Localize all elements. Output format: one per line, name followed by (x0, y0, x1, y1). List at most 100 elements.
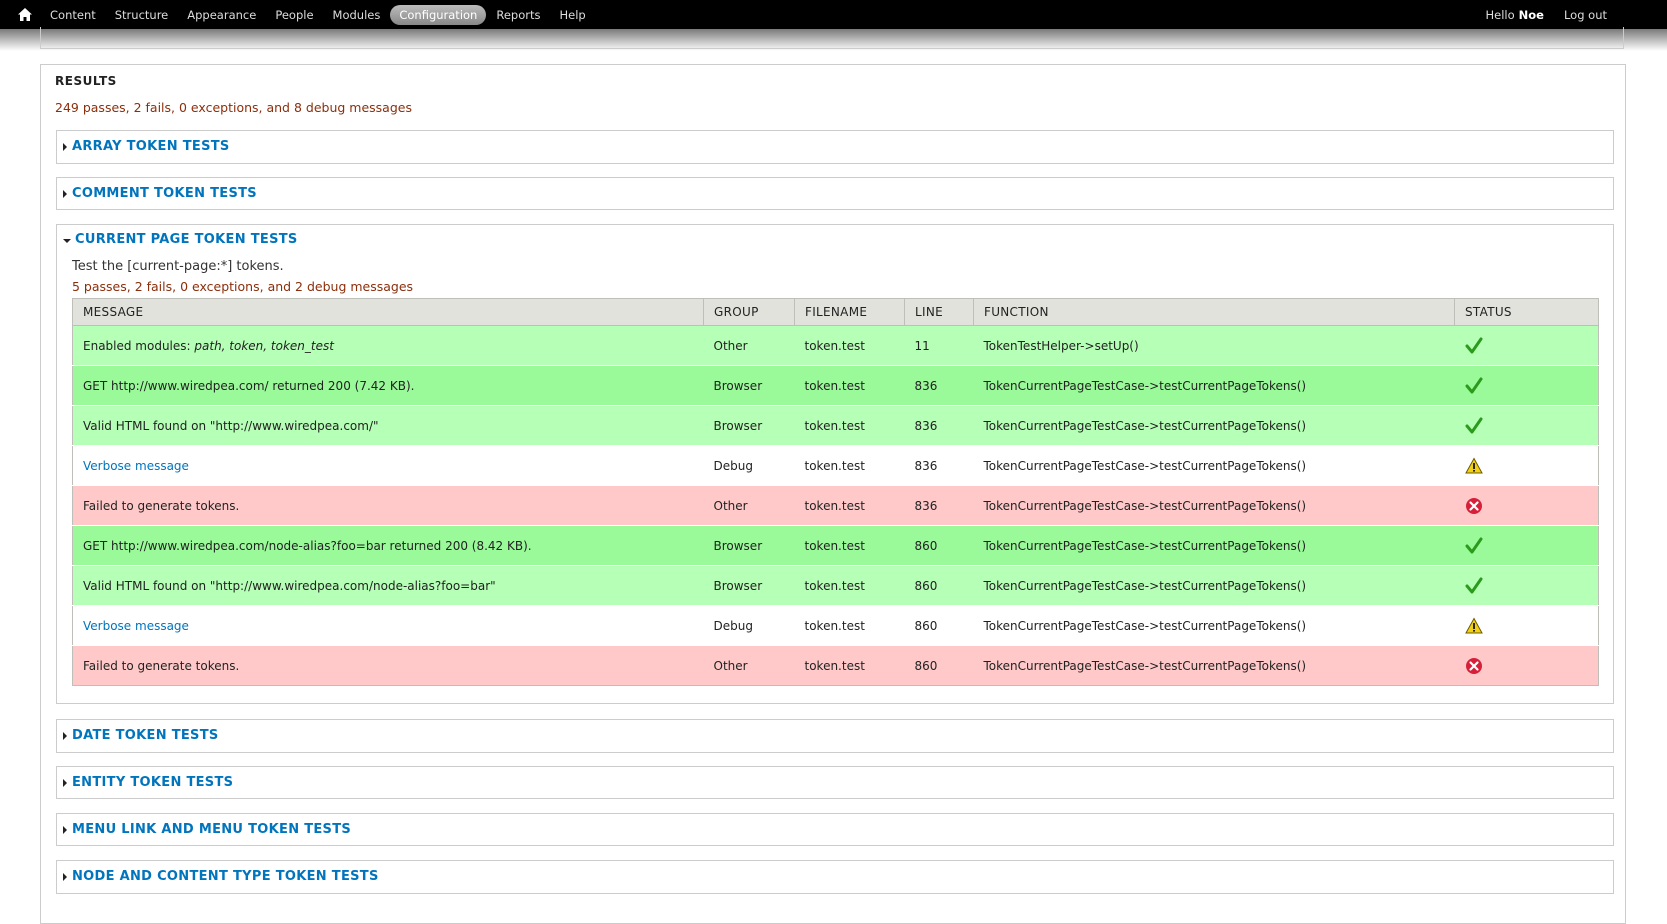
table-row: GET http://www.wiredpea.com/node-alias?f… (72, 525, 1599, 566)
cell-function: TokenTestHelper->setUp() (973, 325, 1455, 366)
cell-line: 860 (904, 605, 974, 646)
menu-modules[interactable]: Modules (324, 5, 390, 25)
cell-group: Other (703, 485, 795, 526)
cell-status (1454, 485, 1599, 526)
cell-function: TokenCurrentPageTestCase->testCurrentPag… (973, 605, 1455, 646)
message-prefix: Enabled modules: (83, 338, 195, 353)
cell-message: Failed to generate tokens. (72, 645, 704, 686)
group-date-title: DATE TOKEN TESTS (72, 728, 219, 743)
group-node-title: NODE AND CONTENT TYPE TOKEN TESTS (72, 869, 379, 884)
table-row: Valid HTML found on "http://www.wiredpea… (72, 405, 1599, 446)
collapsed-arrow-icon (63, 825, 67, 834)
logout-link[interactable]: Log out (1564, 8, 1607, 22)
table-row: Verbose message Debug token.test 860 TokenCu… (72, 605, 1599, 646)
check-icon (1465, 417, 1483, 433)
header-line: LINE (904, 298, 974, 326)
cell-filename: token.test (794, 445, 905, 486)
cell-status (1454, 565, 1599, 606)
group-menu-link: MENU LINK AND MENU TOKEN TESTS (56, 813, 1614, 846)
cell-group: Other (703, 325, 795, 366)
check-icon (1465, 537, 1483, 553)
cell-function: TokenCurrentPageTestCase->testCurrentPag… (973, 485, 1455, 526)
cell-group: Browser (703, 565, 795, 606)
table-header-row: MESSAGE GROUP FILENAME LINE FUNCTION STA… (72, 298, 1599, 326)
cell-function: TokenCurrentPageTestCase->testCurrentPag… (973, 645, 1455, 686)
collapsed-arrow-icon (63, 189, 67, 198)
user-area: Hello Noe Log out (1485, 0, 1607, 29)
group-comment-title: COMMENT TOKEN TESTS (72, 186, 257, 201)
menu-structure[interactable]: Structure (106, 5, 178, 25)
menu-appearance[interactable]: Appearance (178, 5, 265, 25)
cell-status (1454, 645, 1599, 686)
collapsed-arrow-icon (63, 872, 67, 881)
group-date-toggle[interactable]: DATE TOKEN TESTS (63, 728, 219, 743)
cell-group: Browser (703, 405, 795, 446)
home-icon[interactable] (18, 8, 32, 21)
group-current-page-title: CURRENT PAGE TOKEN TESTS (75, 232, 298, 247)
verbose-message-link[interactable]: Verbose message (83, 459, 189, 473)
cell-message: Valid HTML found on "http://www.wiredpea… (72, 565, 704, 606)
verbose-message-link[interactable]: Verbose message (83, 619, 189, 633)
cell-group: Browser (703, 525, 795, 566)
group-array-toggle[interactable]: ARRAY TOKEN TESTS (63, 139, 230, 154)
table-row: GET http://www.wiredpea.com/ returned 20… (72, 365, 1599, 406)
message-modules: path, token, token_test (194, 338, 334, 353)
cell-function: TokenCurrentPageTestCase->testCurrentPag… (973, 405, 1455, 446)
cell-group: Debug (703, 445, 795, 486)
cell-line: 836 (904, 365, 974, 406)
collapsed-arrow-icon (63, 731, 67, 740)
cell-line: 836 (904, 485, 974, 526)
group-comment-toggle[interactable]: COMMENT TOKEN TESTS (63, 186, 257, 201)
cell-group: Browser (703, 365, 795, 406)
cell-status (1454, 325, 1599, 366)
results-fieldset: RESULTS 249 passes, 2 fails, 0 exception… (40, 64, 1626, 924)
collapsed-arrow-icon (63, 778, 67, 787)
warning-icon (1464, 456, 1483, 473)
cell-filename: token.test (794, 365, 905, 406)
cell-status (1454, 405, 1599, 446)
cell-line: 836 (904, 405, 974, 446)
admin-toolbar: Content Structure Appearance People Modu… (0, 0, 1667, 29)
group-entity: ENTITY TOKEN TESTS (56, 766, 1614, 799)
group-entity-toggle[interactable]: ENTITY TOKEN TESTS (63, 775, 233, 790)
menu-reports[interactable]: Reports (487, 5, 549, 25)
username[interactable]: Noe (1519, 8, 1544, 22)
menu-content[interactable]: Content (41, 5, 105, 25)
menu-people[interactable]: People (266, 5, 322, 25)
results-title: RESULTS (55, 74, 117, 88)
previous-section-box (40, 27, 1624, 49)
cell-message: Failed to generate tokens. (72, 485, 704, 526)
cell-line: 11 (904, 325, 974, 366)
cell-message: GET http://www.wiredpea.com/node-alias?f… (72, 525, 704, 566)
cell-line: 836 (904, 445, 974, 486)
cell-filename: token.test (794, 565, 905, 606)
cell-status (1454, 605, 1599, 646)
header-status: STATUS (1454, 298, 1599, 326)
group-current-page: CURRENT PAGE TOKEN TESTS Test the [curre… (56, 224, 1614, 704)
check-icon (1465, 577, 1483, 593)
cell-status (1454, 445, 1599, 486)
results-summary: 249 passes, 2 fails, 0 exceptions, and 8… (55, 100, 412, 115)
cell-line: 860 (904, 525, 974, 566)
table-row: Verbose message Debug token.test 836 TokenCu… (72, 445, 1599, 486)
hello-label: Hello (1485, 7, 1515, 22)
group-array: ARRAY TOKEN TESTS (56, 130, 1614, 164)
group-entity-title: ENTITY TOKEN TESTS (72, 775, 234, 790)
cell-filename: token.test (794, 525, 905, 566)
menu-configuration[interactable]: Configuration (390, 4, 487, 25)
group-menu-link-toggle[interactable]: MENU LINK AND MENU TOKEN TESTS (63, 822, 351, 837)
group-node-toggle[interactable]: NODE AND CONTENT TYPE TOKEN TESTS (63, 869, 379, 884)
group-menu-link-title: MENU LINK AND MENU TOKEN TESTS (72, 822, 352, 837)
table-row: Failed to generate tokens. Other token.tes… (72, 645, 1599, 686)
check-icon (1465, 377, 1483, 393)
cell-message: Enabled modules: path, token, token_test (72, 325, 704, 366)
header-filename: FILENAME (794, 298, 905, 326)
table-row: Valid HTML found on "http://www.wiredpea… (72, 565, 1599, 606)
cell-filename: token.test (794, 405, 905, 446)
cell-filename: token.test (794, 645, 905, 686)
cell-function: TokenCurrentPageTestCase->testCurrentPag… (973, 525, 1455, 566)
check-icon (1465, 337, 1483, 353)
group-current-page-toggle[interactable]: CURRENT PAGE TOKEN TESTS (63, 232, 298, 247)
expanded-arrow-icon (63, 238, 71, 243)
menu-help[interactable]: Help (550, 5, 594, 25)
